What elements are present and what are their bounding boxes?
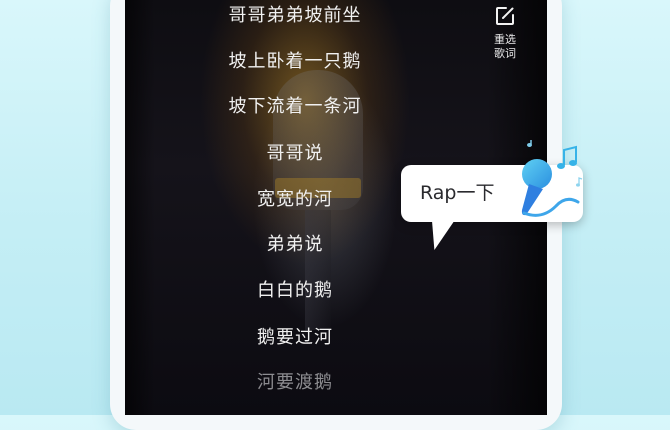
lyric-line[interactable]: 哥哥说 xyxy=(125,143,465,165)
karaoke-mic-icon xyxy=(521,140,583,217)
lyric-line[interactable]: 坡上卧着一只鹅 xyxy=(125,51,465,73)
lyric-line[interactable]: 河要渡鹅 xyxy=(125,372,465,394)
reselect-lyrics-label: 重选 歌词 xyxy=(494,33,516,60)
edit-icon xyxy=(496,7,514,25)
lyric-line[interactable]: 白白的鹅 xyxy=(125,280,465,302)
lyric-line[interactable]: 鹅要过河 xyxy=(125,327,465,349)
lyric-line[interactable]: 哥哥弟弟坡前坐 xyxy=(125,5,465,27)
lyric-line[interactable]: 坡下流着一条河 xyxy=(125,96,465,118)
rap-button-label[interactable]: Rap一下 xyxy=(420,180,495,206)
reselect-lyrics-button[interactable]: 重选 歌词 xyxy=(486,5,524,61)
lyric-line[interactable]: 弟弟说 xyxy=(125,234,465,256)
